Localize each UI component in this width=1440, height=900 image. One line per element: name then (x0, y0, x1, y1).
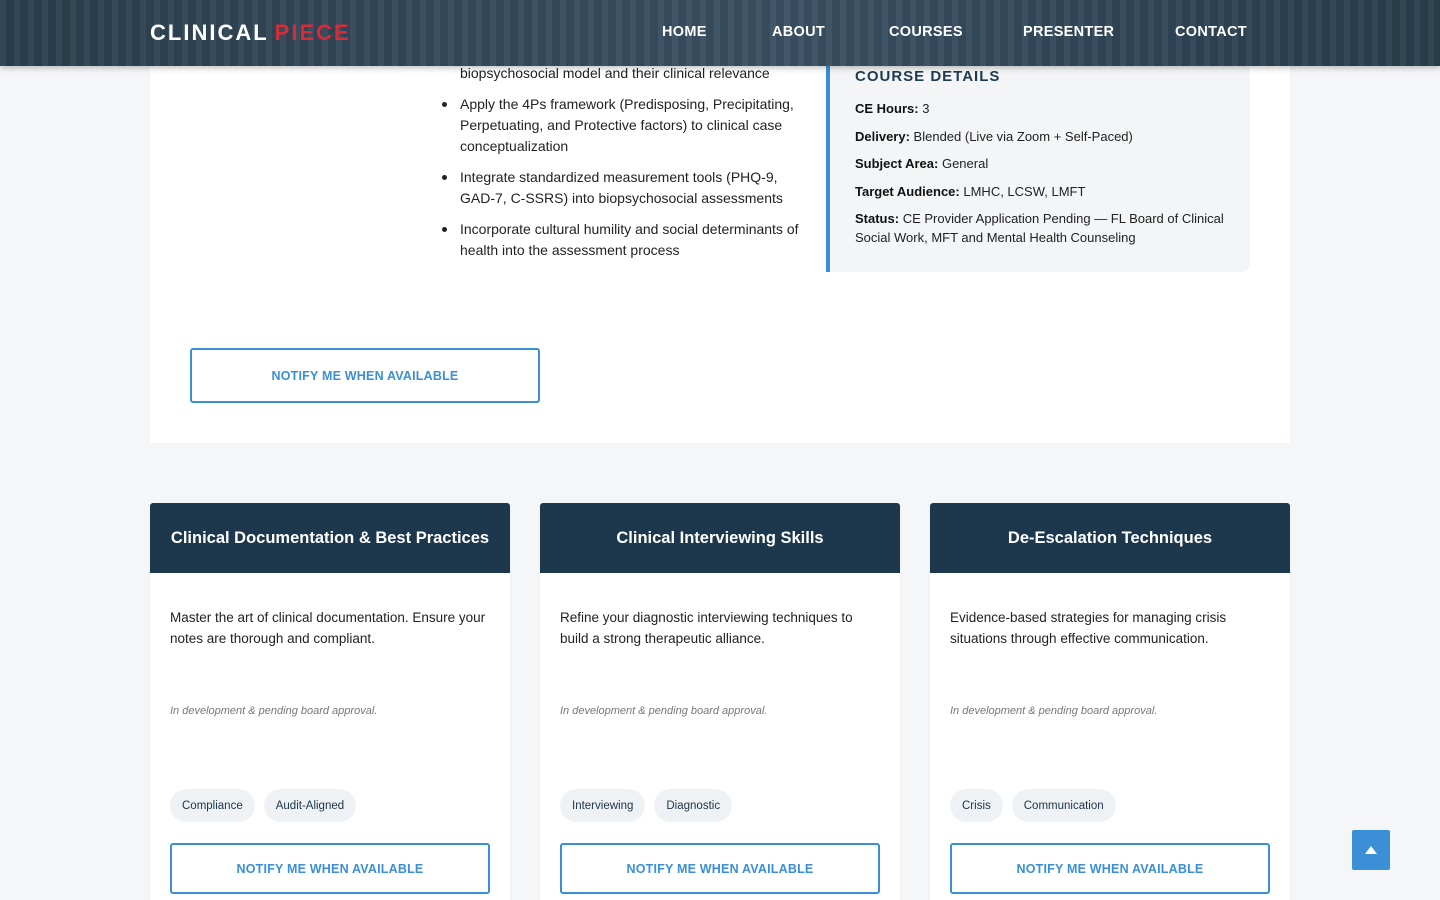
detail-label: Target Audience: (855, 183, 960, 199)
objective-text: Integrate standardized measurement tools… (460, 169, 783, 206)
objective-item: biopsychosocial model and their clinical… (442, 63, 802, 84)
objective-item: Integrate standardized measurement tools… (442, 167, 802, 209)
objective-item: Apply the 4Ps framework (Predisposing, P… (442, 94, 802, 157)
detail-label: CE Hours: (855, 101, 919, 116)
tag: Diagnostic (654, 789, 733, 822)
nav-about[interactable]: ABOUT (772, 24, 825, 40)
detail-label: Subject Area: (855, 156, 939, 171)
bullet-icon (442, 227, 447, 232)
card-tags: Crisis Communication (950, 789, 1116, 822)
caret-up-icon (1365, 846, 1377, 854)
detail-label: Status: (855, 211, 900, 226)
card-description: Master the art of clinical documentation… (170, 610, 486, 646)
card-status-note: In development & pending board approval. (170, 705, 378, 717)
course-card-de-escalation: De-Escalation Techniques Evidence-based … (930, 503, 1290, 900)
notify-button[interactable]: NOTIFY ME WHEN AVAILABLE (190, 348, 540, 403)
objective-text: biopsychosocial model and their clinical… (460, 65, 770, 81)
course-card-documentation: Clinical Documentation & Best Practices … (150, 503, 510, 900)
tag: Crisis (950, 789, 1003, 822)
detail-value: LMHC, LCSW, LMFT (963, 183, 1086, 199)
tag: Compliance (170, 789, 255, 822)
notify-button[interactable]: NOTIFY ME WHEN AVAILABLE (170, 843, 490, 894)
card-status-note: In development & pending board approval. (950, 705, 1158, 717)
card-description: Refine your diagnostic interviewing tech… (560, 610, 853, 646)
objective-text: Apply the 4Ps framework (Predisposing, P… (460, 96, 794, 154)
main-nav: HOME ABOUT COURSES PRESENTER CONTACT (0, 24, 1440, 44)
back-to-top-button[interactable] (1352, 830, 1390, 870)
card-tags: Compliance Audit-Aligned (170, 789, 357, 822)
course-details-box: COURSE DETAILS CE Hours: 3 Delivery: Ble… (826, 50, 1250, 272)
course-detail-card: biopsychosocial model and their clinical… (150, 20, 1290, 443)
detail-ce-hours: CE Hours: 3 (855, 99, 1226, 118)
notify-button[interactable]: NOTIFY ME WHEN AVAILABLE (950, 843, 1270, 894)
detail-value: 3 (922, 101, 930, 116)
detail-value: General (941, 156, 989, 171)
nav-contact[interactable]: CONTACT (1175, 24, 1247, 40)
nav-presenter[interactable]: PRESENTER (1023, 24, 1114, 40)
tag: Audit-Aligned (263, 789, 357, 822)
card-title: De-Escalation Techniques (930, 503, 1290, 573)
card-title: Clinical Documentation & Best Practices (150, 503, 510, 573)
tag: Interviewing (560, 789, 646, 822)
card-description: Evidence-based strategies for managing c… (950, 610, 1227, 646)
detail-value: CE Provider Application Pending — FL Boa… (855, 211, 1224, 245)
course-details-title: COURSE DETAILS (855, 68, 1001, 85)
detail-value: Blended (Live via Zoom + Self-Paced) (913, 128, 1133, 144)
detail-status: Status: CE Provider Application Pending … (855, 209, 1226, 247)
nav-home[interactable]: HOME (662, 24, 707, 40)
nav-courses[interactable]: COURSES (889, 24, 963, 40)
objective-item: Incorporate cultural humility and social… (442, 219, 802, 261)
learning-objectives-list: biopsychosocial model and their clinical… (442, 63, 802, 271)
detail-delivery: Delivery: Blended (Live via Zoom + Self-… (855, 127, 1226, 146)
bullet-icon (442, 175, 447, 180)
site-header: CLINICAL PIECE HOME ABOUT COURSES PRESENT… (0, 0, 1440, 66)
card-title: Clinical Interviewing Skills (540, 503, 900, 573)
card-tags: Interviewing Diagnostic (560, 789, 733, 822)
detail-target-audience: Target Audience: LMHC, LCSW, LMFT (855, 182, 1226, 201)
bullet-icon (442, 102, 447, 107)
card-status-note: In development & pending board approval. (560, 705, 768, 717)
detail-subject-area: Subject Area: General (855, 154, 1226, 173)
course-card-interviewing: Clinical Interviewing Skills Refine your… (540, 503, 900, 900)
detail-label: Delivery: (855, 128, 910, 144)
tag: Communication (1011, 789, 1116, 822)
notify-button[interactable]: NOTIFY ME WHEN AVAILABLE (560, 843, 880, 894)
objective-text: Incorporate cultural humility and social… (460, 221, 799, 258)
